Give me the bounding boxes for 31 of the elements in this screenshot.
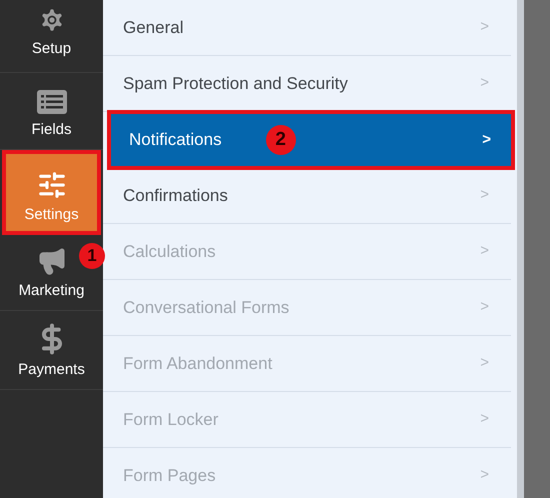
menu-label: Form Pages [123, 464, 216, 487]
chevron: > [480, 185, 489, 206]
chevron: > [482, 130, 491, 150]
chevron: > [480, 17, 489, 38]
menu-item[interactable]: General > [103, 0, 511, 56]
chevron: > [480, 353, 489, 374]
chevron: > [480, 409, 489, 430]
menu-label: Conversational Forms [123, 296, 290, 319]
sidebar-label: Setup [32, 38, 72, 58]
menu-item[interactable]: Confirmations > [103, 168, 511, 224]
menu-label: General [123, 16, 184, 39]
menu-label: Confirmations [123, 184, 228, 207]
menu-label: Spam Protection and Security [123, 72, 348, 95]
chevron: > [480, 465, 489, 486]
sidebar-label: Fields [31, 120, 72, 140]
sidebar-label: Marketing [18, 280, 84, 300]
chevron: > [480, 297, 489, 318]
menu-item[interactable]: Notifications 2 > [109, 112, 513, 168]
sidebar-label: Settings [24, 204, 79, 224]
megaphone-icon [36, 246, 66, 276]
menu-label: Form Locker [123, 408, 218, 431]
sliders-icon [36, 170, 66, 200]
callout-badge: 2 [266, 125, 296, 155]
list-icon [36, 88, 68, 114]
sidebar-label: Payments [18, 360, 85, 380]
chevron: > [480, 73, 489, 94]
menu-label: Form Abandonment [123, 352, 272, 375]
menu-label: Notifications [129, 129, 222, 152]
chevron: > [480, 241, 489, 262]
menu-label: Calculations [123, 240, 216, 263]
callout-badge: 1 [79, 243, 105, 269]
